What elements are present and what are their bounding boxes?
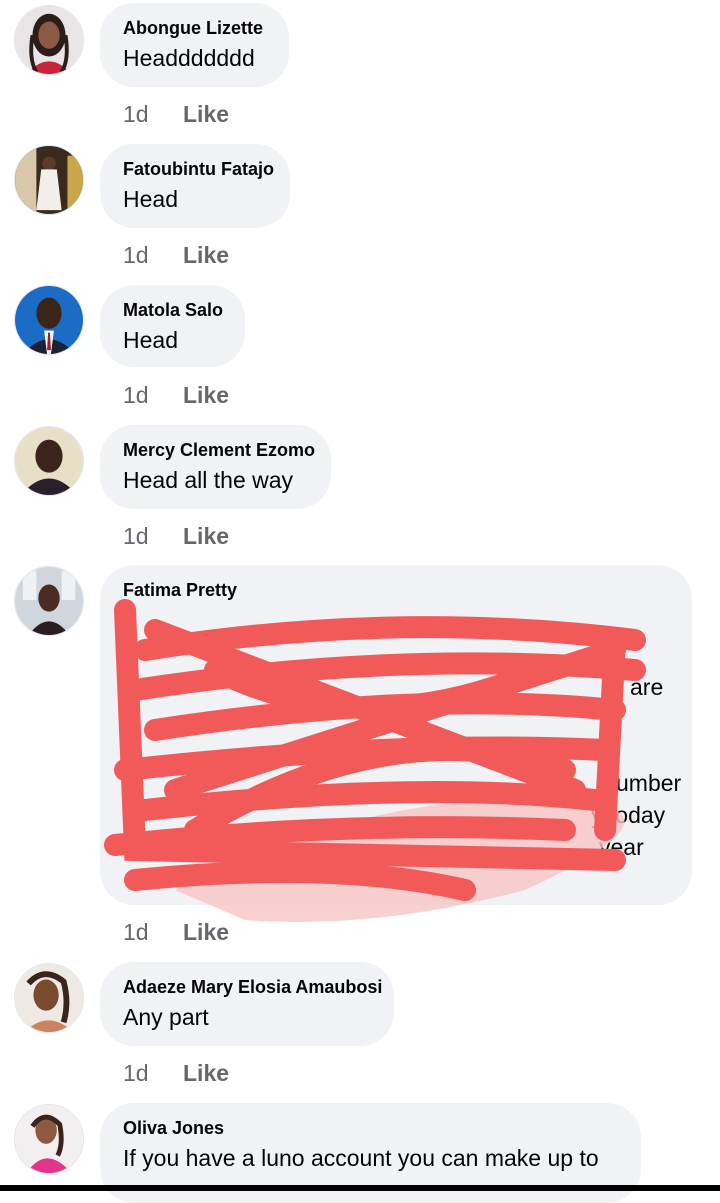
avatar[interactable] [14,285,84,355]
avatar-image [15,286,83,354]
comment-actions: 1d Like [123,241,229,269]
like-button[interactable]: Like [183,101,229,127]
comment-timestamp[interactable]: 1d [123,1059,183,1087]
comment-author[interactable]: Fatoubintu Fatajo [123,158,274,180]
like-button[interactable]: Like [183,919,229,945]
comment-actions: 1d Like [123,381,229,409]
avatar[interactable] [14,5,84,75]
comment-actions: 1d Like [123,1059,229,1087]
like-button[interactable]: Like [183,1060,229,1086]
comment-text: Any part [123,1004,209,1030]
comment-author[interactable]: Matola Salo [123,299,223,321]
comment-text-redacted: are umber y today year [123,601,681,871]
comment-text-fragment: y today [591,802,666,828]
comment-bubble: Matola Salo Head [100,285,245,367]
comment-timestamp[interactable]: 1d [123,381,183,409]
avatar-image [15,964,83,1032]
comment-bubble: Fatoubintu Fatajo Head [100,144,290,228]
comment-text: Head all the way [123,467,294,493]
avatar-image [15,567,83,635]
comment-bubble: Abongue Lizette Headdddddd [100,3,289,87]
avatar[interactable] [14,1104,84,1174]
avatar-image [15,1105,83,1173]
comment-text: Head [123,186,178,212]
like-button[interactable]: Like [183,242,229,268]
avatar-image [15,6,83,74]
comment-text-fragment: are [630,674,664,700]
comment-timestamp[interactable]: 1d [123,100,183,128]
comment-author[interactable]: Mercy Clement Ezomo [123,439,315,461]
avatar[interactable] [14,426,84,496]
avatar[interactable] [14,963,84,1033]
comment-text-fragment: year [599,834,644,860]
comment-actions: 1d Like [123,522,229,550]
comment-bubble: Mercy Clement Ezomo Head all the way [100,425,331,509]
comment-text: Headdddddd [123,45,255,71]
avatar[interactable] [14,566,84,636]
comment-actions: 1d Like [123,918,229,946]
comment-author[interactable]: Abongue Lizette [123,17,266,39]
comment-text-fragment: umber [616,770,682,796]
like-button[interactable]: Like [183,382,229,408]
bottom-edge-bar [0,1185,720,1191]
comment-author[interactable]: Adaeze Mary Elosia Amaubosi [123,976,382,998]
avatar-image [15,427,83,495]
comment-text: Head [123,327,178,353]
comment-bubble: Adaeze Mary Elosia Amaubosi Any part [100,962,394,1046]
avatar-image [15,146,83,214]
comment-timestamp[interactable]: 1d [123,522,183,550]
comment-author[interactable]: Fatima Pretty [123,579,669,601]
comment-timestamp[interactable]: 1d [123,241,183,269]
comment-timestamp[interactable]: 1d [123,918,183,946]
comment-actions: 1d Like [123,100,229,128]
comment-bubble: Fatima Pretty are umber y today year [100,565,692,905]
avatar[interactable] [14,145,84,215]
comment-text: If you have a luno account you can make … [123,1145,599,1171]
like-button[interactable]: Like [183,523,229,549]
comment-author[interactable]: Oliva Jones [123,1117,618,1139]
